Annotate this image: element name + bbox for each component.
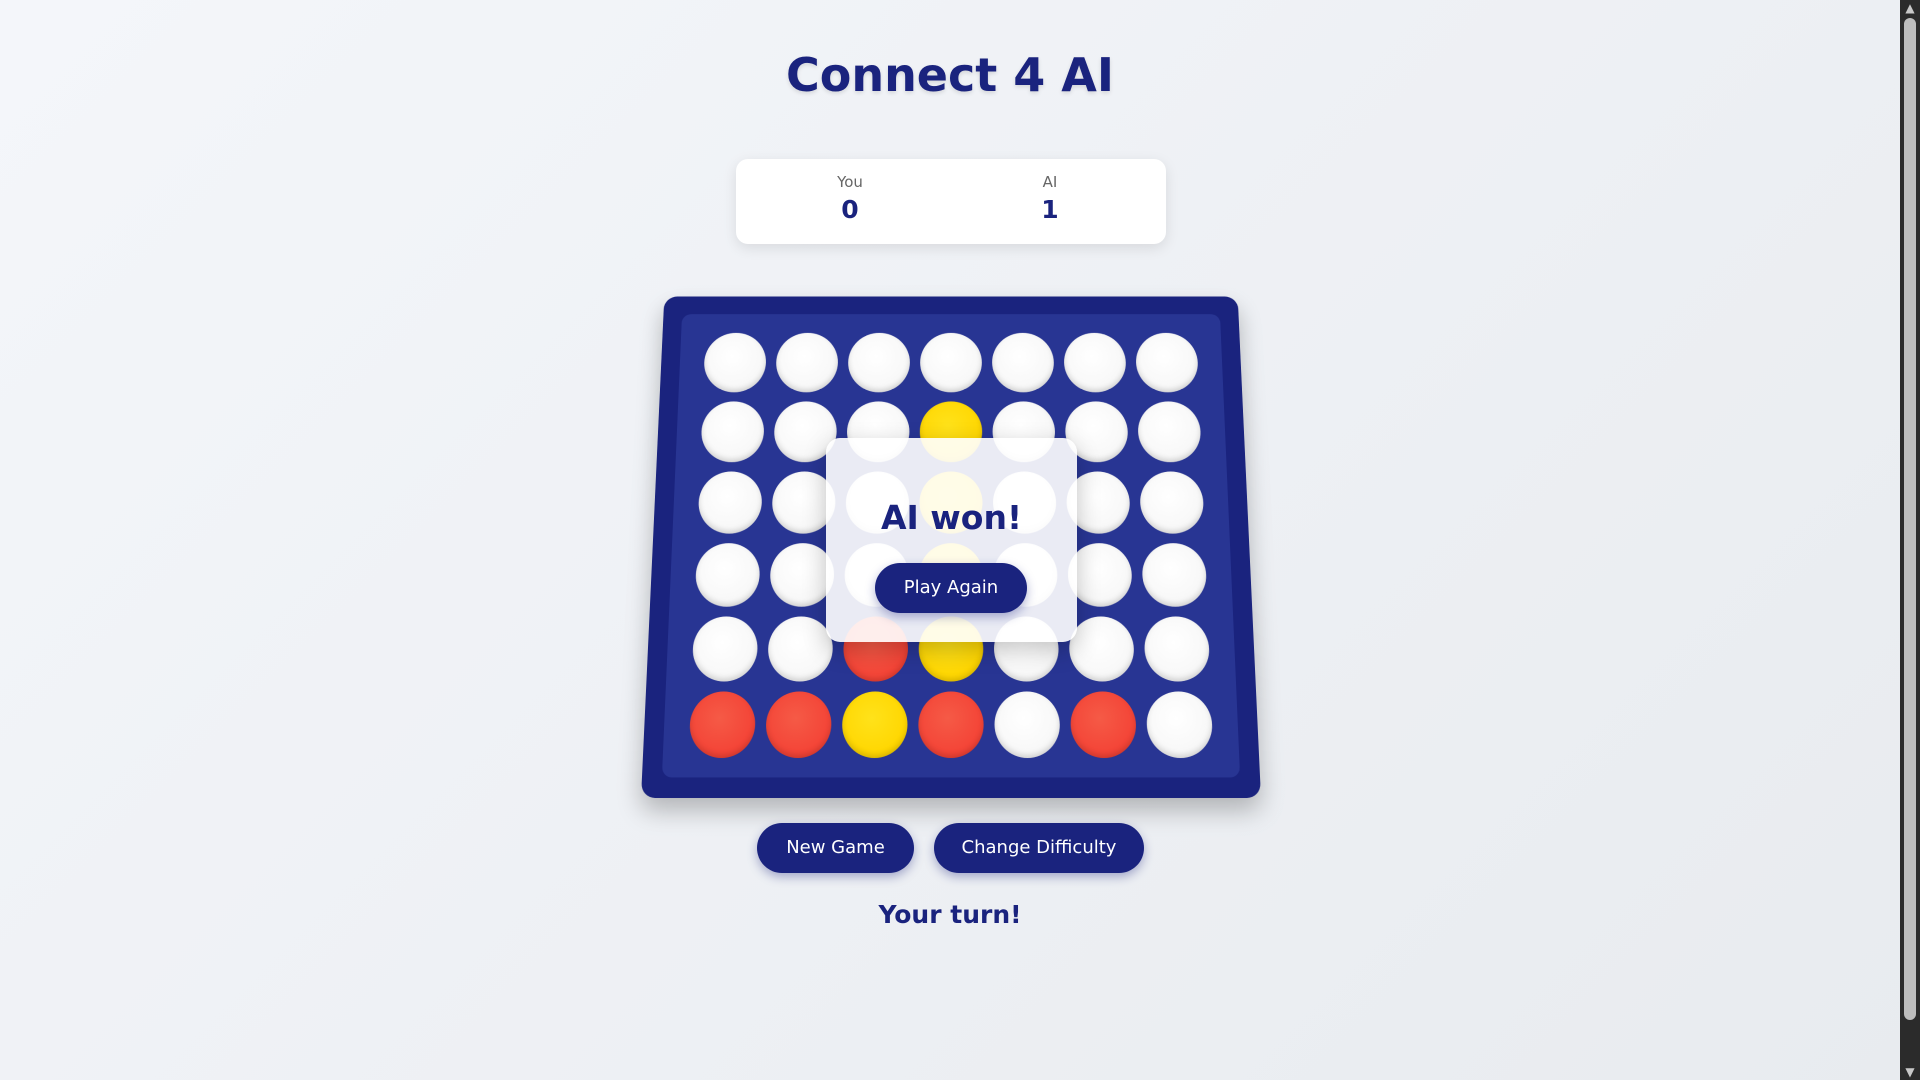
scoreboard: You 0 AI 1 xyxy=(736,159,1166,244)
board-cell-empty[interactable] xyxy=(994,691,1060,758)
new-game-button[interactable]: New Game xyxy=(757,823,914,873)
board-cell-empty[interactable] xyxy=(1146,691,1214,758)
board-cell-empty[interactable] xyxy=(767,616,833,681)
board-cell-empty[interactable] xyxy=(769,543,834,607)
board-cell-empty[interactable] xyxy=(848,333,910,392)
status-message: Your turn! xyxy=(0,900,1900,929)
board-cell-empty[interactable] xyxy=(775,333,838,392)
scroll-thumb[interactable] xyxy=(1904,18,1916,1020)
page-title: Connect 4 AI xyxy=(0,48,1900,102)
board-cell-empty[interactable] xyxy=(1136,333,1200,392)
game-over-modal: AI won! Play Again xyxy=(826,438,1077,642)
board-cell-red[interactable] xyxy=(688,691,756,758)
board-cell-empty[interactable] xyxy=(1142,543,1208,607)
score-you: You 0 xyxy=(770,173,930,224)
board-cell-empty[interactable] xyxy=(1144,616,1211,681)
board-cell-red[interactable] xyxy=(1070,691,1137,758)
board-cell-yellow[interactable] xyxy=(842,691,908,758)
scroll-down-icon[interactable]: ▼ xyxy=(1900,1064,1920,1080)
board-cell-empty[interactable] xyxy=(703,333,767,392)
board-cell-empty[interactable] xyxy=(1138,401,1202,462)
board-cell-empty[interactable] xyxy=(1140,472,1205,534)
board-cell-empty[interactable] xyxy=(992,333,1054,392)
board-cell-empty[interactable] xyxy=(1068,543,1133,607)
score-you-value: 0 xyxy=(770,195,930,224)
board-cell-empty[interactable] xyxy=(700,401,764,462)
board-cell-empty[interactable] xyxy=(1069,616,1135,681)
winner-message: AI won! xyxy=(826,498,1077,537)
board-cell-empty[interactable] xyxy=(697,472,762,534)
change-difficulty-button[interactable]: Change Difficulty xyxy=(934,823,1144,873)
score-ai-value: 1 xyxy=(970,195,1130,224)
score-ai-label: AI xyxy=(970,173,1130,191)
board-cell-red[interactable] xyxy=(765,691,832,758)
board-cell-red[interactable] xyxy=(918,691,984,758)
play-again-button[interactable]: Play Again xyxy=(875,563,1027,613)
scroll-up-icon[interactable]: ▲ xyxy=(1900,0,1920,16)
board-cell-empty[interactable] xyxy=(691,616,758,681)
score-ai: AI 1 xyxy=(970,173,1130,224)
game-app: Connect 4 AI You 0 AI 1 AI won! Play Aga… xyxy=(0,0,1900,1080)
board-cell-empty[interactable] xyxy=(1064,333,1127,392)
score-you-label: You xyxy=(770,173,930,191)
board-cell-empty[interactable] xyxy=(920,333,982,392)
vertical-scrollbar[interactable]: ▲ ▼ xyxy=(1900,0,1920,1080)
board-cell-empty[interactable] xyxy=(694,543,760,607)
